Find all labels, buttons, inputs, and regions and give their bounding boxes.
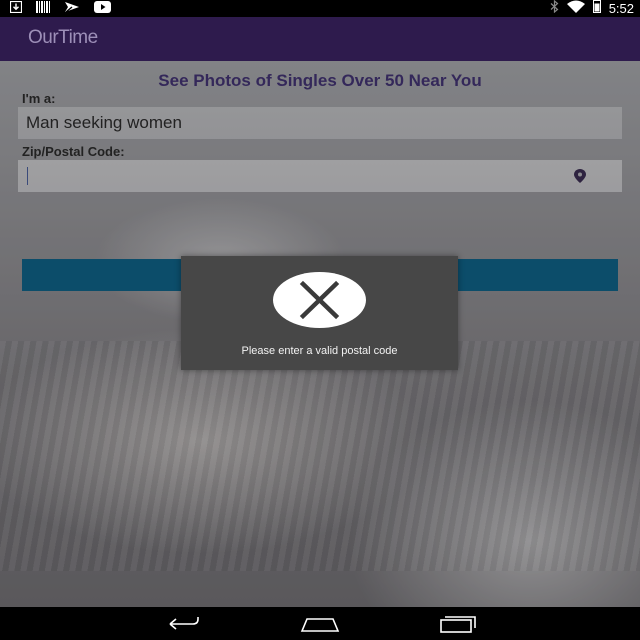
location-pin-icon[interactable] bbox=[572, 168, 588, 184]
notification-flag-icon bbox=[64, 0, 80, 18]
status-left-icons bbox=[9, 0, 111, 18]
page-headline: See Photos of Singles Over 50 Near You bbox=[158, 71, 482, 90]
recent-apps-button[interactable] bbox=[436, 613, 480, 635]
status-bar: 5:52 bbox=[0, 0, 640, 17]
back-button[interactable] bbox=[160, 613, 204, 635]
battery-icon bbox=[592, 0, 601, 18]
gender-label: I'm a: bbox=[22, 91, 56, 106]
system-nav-bar bbox=[0, 607, 640, 640]
error-message: Please enter a valid postal code bbox=[241, 345, 398, 357]
bluetooth-icon bbox=[550, 0, 559, 18]
status-right-icons: 5:52 bbox=[550, 0, 634, 17]
download-icon bbox=[9, 0, 23, 18]
close-x-icon[interactable] bbox=[273, 272, 366, 328]
barcode-icon bbox=[36, 0, 50, 18]
youtube-icon bbox=[94, 0, 111, 18]
home-icon bbox=[300, 618, 340, 632]
text-cursor bbox=[27, 167, 28, 185]
recent-apps-icon bbox=[440, 616, 476, 633]
gender-select-value: Man seeking women bbox=[26, 113, 182, 132]
gender-select[interactable]: Man seeking women bbox=[18, 107, 622, 139]
wifi-icon bbox=[566, 0, 585, 18]
home-button[interactable] bbox=[298, 613, 342, 635]
status-time: 5:52 bbox=[608, 1, 634, 16]
app-bar: OurTime bbox=[0, 17, 640, 61]
app-logo: OurTime bbox=[28, 27, 98, 48]
zip-label: Zip/Postal Code: bbox=[22, 144, 125, 159]
zip-input[interactable] bbox=[18, 160, 622, 192]
back-icon bbox=[169, 617, 199, 630]
error-dialog: Please enter a valid postal code bbox=[181, 256, 458, 370]
